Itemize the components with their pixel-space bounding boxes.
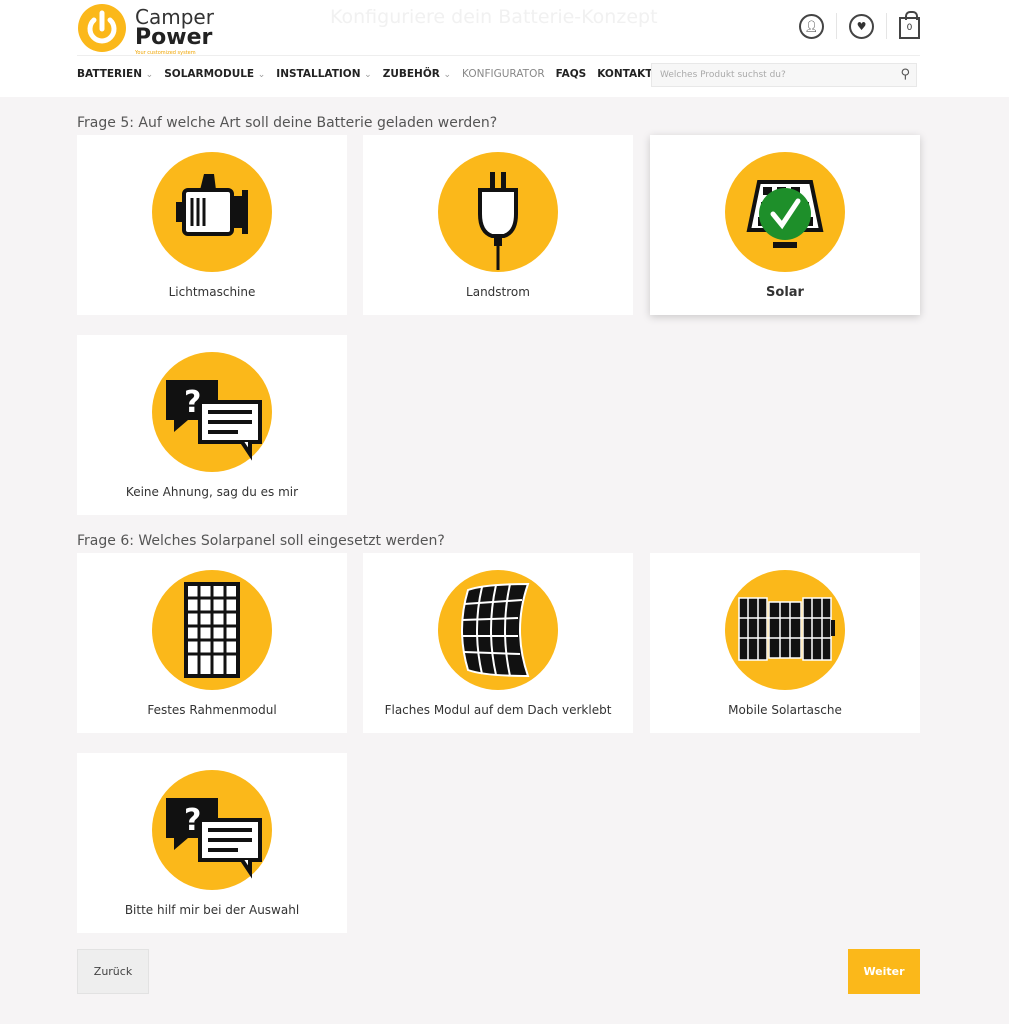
user-icon[interactable]: 👤︎ [799, 13, 824, 39]
main-nav: BATTERIEN ⌄ SOLARMODULE ⌄ INSTALLATION ⌄… [77, 68, 652, 80]
nav-batterien[interactable]: BATTERIEN ⌄ [77, 68, 153, 80]
plug-icon [438, 152, 558, 272]
chevron-down-icon: ⌄ [364, 70, 372, 80]
logo[interactable]: Camper Power Your customized system [77, 3, 214, 56]
nav-label: INSTALLATION [276, 68, 361, 80]
question-title: Frage 6: Welches Solarpanel soll eingese… [77, 533, 445, 549]
chevron-down-icon: ⌄ [257, 70, 266, 80]
search-icon[interactable]: ⚲ [900, 67, 910, 82]
option-card[interactable]: Landstrom [363, 135, 633, 315]
nav-installation[interactable]: INSTALLATION ⌄ [276, 68, 371, 80]
option-card[interactable]: Solar [650, 135, 920, 315]
power-logo-icon [78, 4, 126, 52]
divider [77, 55, 920, 56]
question-chat-icon: ? [152, 770, 272, 890]
option-card[interactable]: Flaches Modul auf dem Dach verklebt [363, 553, 633, 733]
divider [836, 13, 837, 39]
search-input[interactable]: Welches Produkt suchst du? ⚲ [651, 63, 917, 87]
option-label: Landstrom [466, 285, 530, 299]
back-button[interactable]: Zurück [77, 949, 149, 994]
chevron-down-icon: ⌄ [145, 70, 154, 80]
nav-zubehoer[interactable]: ZUBEHÖR ⌄ [383, 68, 451, 80]
cart-icon[interactable]: 0 [899, 10, 920, 39]
option-label: Solar [766, 285, 804, 300]
option-card[interactable]: ? Bitte hilf mir bei der Auswahl [77, 753, 347, 933]
solar-panel-icon [725, 152, 845, 272]
nav-faqs[interactable]: FAQS [556, 68, 587, 80]
option-label: Keine Ahnung, sag du es mir [125, 485, 299, 499]
nav-solarmodule[interactable]: SOLARMODULE ⌄ [164, 68, 265, 80]
question-title: Frage 5: Auf welche Art soll deine Batte… [77, 115, 498, 131]
heart-icon[interactable]: ♥ [849, 13, 874, 39]
divider [886, 13, 887, 39]
chevron-down-icon: ⌄ [443, 70, 452, 80]
logo-line2: Power [135, 25, 213, 50]
nav-label: BATTERIEN [77, 68, 143, 80]
option-card[interactable]: Mobile Solartasche [650, 553, 920, 733]
nav-konfigurator[interactable]: KONFIGURATOR [462, 68, 545, 80]
nav-kontakt[interactable]: KONTAKT [597, 68, 652, 80]
option-card[interactable]: Lichtmaschine [77, 135, 347, 315]
search-placeholder: Welches Produkt suchst du? [660, 70, 786, 80]
site-header: Camper Power Your customized system Konf… [0, 0, 1009, 97]
option-label: Lichtmaschine [168, 285, 256, 299]
solar-bag-icon [725, 570, 845, 690]
cart-count: 0 [906, 22, 913, 33]
option-label: Mobile Solartasche [728, 703, 842, 717]
alternator-icon [152, 152, 272, 272]
option-card[interactable]: Festes Rahmenmodul [77, 553, 347, 733]
flexible-panel-icon [438, 570, 558, 690]
next-button[interactable]: Weiter [848, 949, 920, 994]
page-heading: Konfiguriere dein Batterie-Konzept [330, 6, 658, 28]
logo-line1: Camper [135, 5, 214, 29]
nav-label: SOLARMODULE [164, 68, 255, 80]
option-label: Bitte hilf mir bei der Auswahl [124, 903, 300, 917]
option-card[interactable]: ? Keine Ahnung, sag du es mir [77, 335, 347, 515]
option-label: Flaches Modul auf dem Dach verklebt [384, 703, 612, 717]
nav-label: ZUBEHÖR [382, 68, 440, 80]
framed-panel-icon [152, 570, 272, 690]
option-label: Festes Rahmenmodul [147, 703, 277, 717]
question-chat-icon: ? [152, 352, 272, 472]
